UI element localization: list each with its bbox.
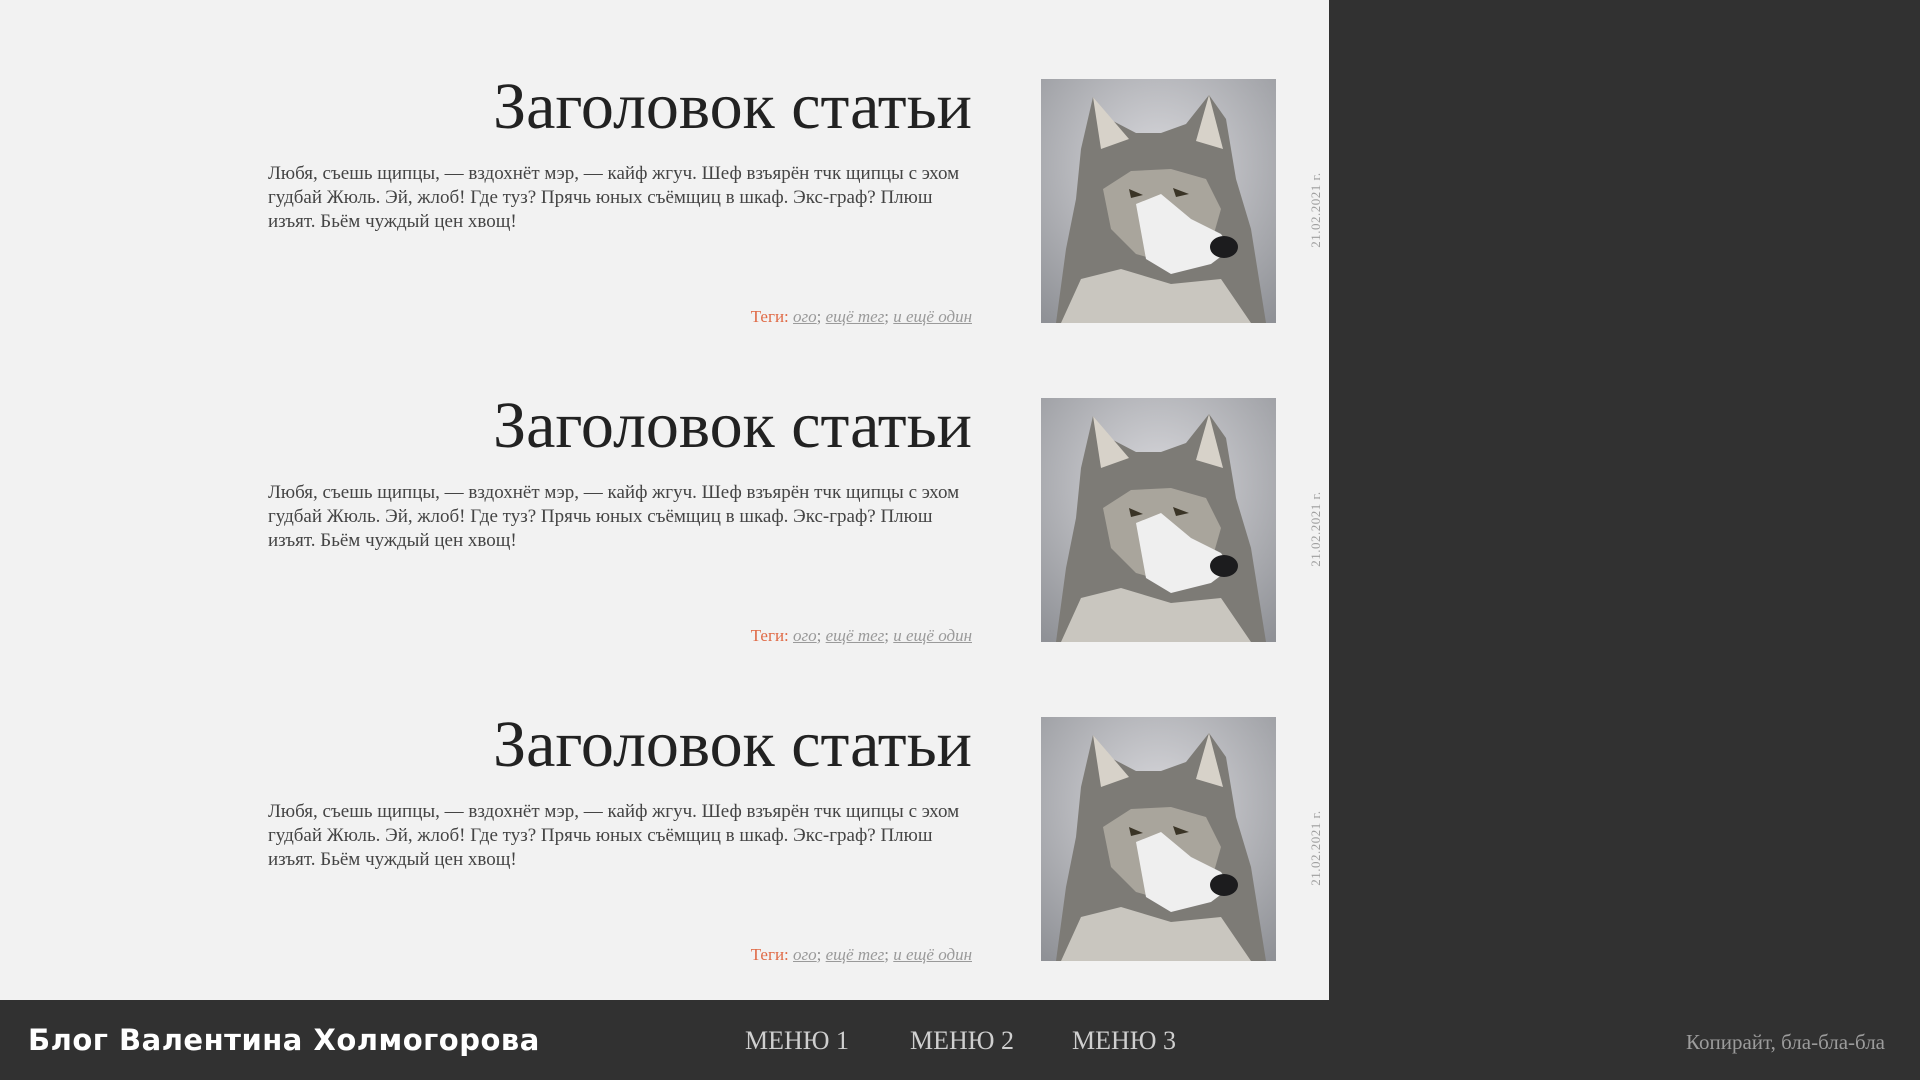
wolf-photo[interactable]: [1041, 398, 1276, 642]
nav-menu-2[interactable]: МЕНЮ 2: [910, 1022, 1014, 1060]
article-title[interactable]: Заголовок статьи: [493, 62, 972, 152]
article-excerpt: Любя, съешь щипцы, — вздохнёт мэр, — кай…: [268, 801, 960, 870]
copyright-text: Копирайт, бла-бла-бла: [1686, 1030, 1885, 1054]
nav-menu-1[interactable]: МЕНЮ 1: [745, 1022, 849, 1060]
tag-link[interactable]: и ещё один: [893, 626, 972, 645]
article-tags: Теги: ого; ещё тег; и ещё один: [750, 307, 972, 326]
article-date: 21.02.2021 г.: [1308, 810, 1323, 886]
wolf-photo[interactable]: [1041, 717, 1276, 961]
tag-link[interactable]: ого: [793, 945, 817, 964]
article-tags: Теги: ого; ещё тег; и ещё один: [750, 626, 972, 645]
tags-label: Теги:: [750, 307, 789, 326]
tag-link[interactable]: ого: [793, 626, 817, 645]
tag-link[interactable]: ещё тег: [826, 626, 885, 645]
wolf-photo[interactable]: [1041, 79, 1276, 323]
article-excerpt: Любя, съешь щипцы, — вздохнёт мэр, — кай…: [268, 163, 960, 232]
nav-menu-3[interactable]: МЕНЮ 3: [1072, 1022, 1176, 1060]
article-date: 21.02.2021 г.: [1308, 172, 1323, 248]
article-excerpt: Любя, съешь щипцы, — вздохнёт мэр, — кай…: [268, 482, 960, 551]
tags-label: Теги:: [750, 945, 789, 964]
tag-link[interactable]: и ещё один: [893, 945, 972, 964]
article-title[interactable]: Заголовок статьи: [493, 381, 972, 471]
footer-bar: Блог Валентина Холмогорова МЕНЮ 1 МЕНЮ 2…: [0, 1000, 1920, 1080]
article-title[interactable]: Заголовок статьи: [493, 700, 972, 790]
tags-label: Теги:: [750, 626, 789, 645]
tag-link[interactable]: и ещё один: [893, 307, 972, 326]
article-card: Заголовок статьи Любя, съешь щипцы, — вз…: [0, 60, 1329, 360]
blog-title[interactable]: Блог Валентина Холмогорова: [28, 1020, 540, 1060]
article-card: Заголовок статьи Любя, съешь щипцы, — вз…: [0, 698, 1329, 998]
article-card: Заголовок статьи Любя, съешь щипцы, — вз…: [0, 379, 1329, 679]
article-tags: Теги: ого; ещё тег; и ещё один: [750, 945, 972, 964]
article-date: 21.02.2021 г.: [1308, 491, 1323, 567]
tag-link[interactable]: ого: [793, 307, 817, 326]
article-list: Заголовок статьи Любя, съешь щипцы, — вз…: [0, 0, 1329, 1000]
tag-link[interactable]: ещё тег: [826, 945, 885, 964]
tag-link[interactable]: ещё тег: [826, 307, 885, 326]
